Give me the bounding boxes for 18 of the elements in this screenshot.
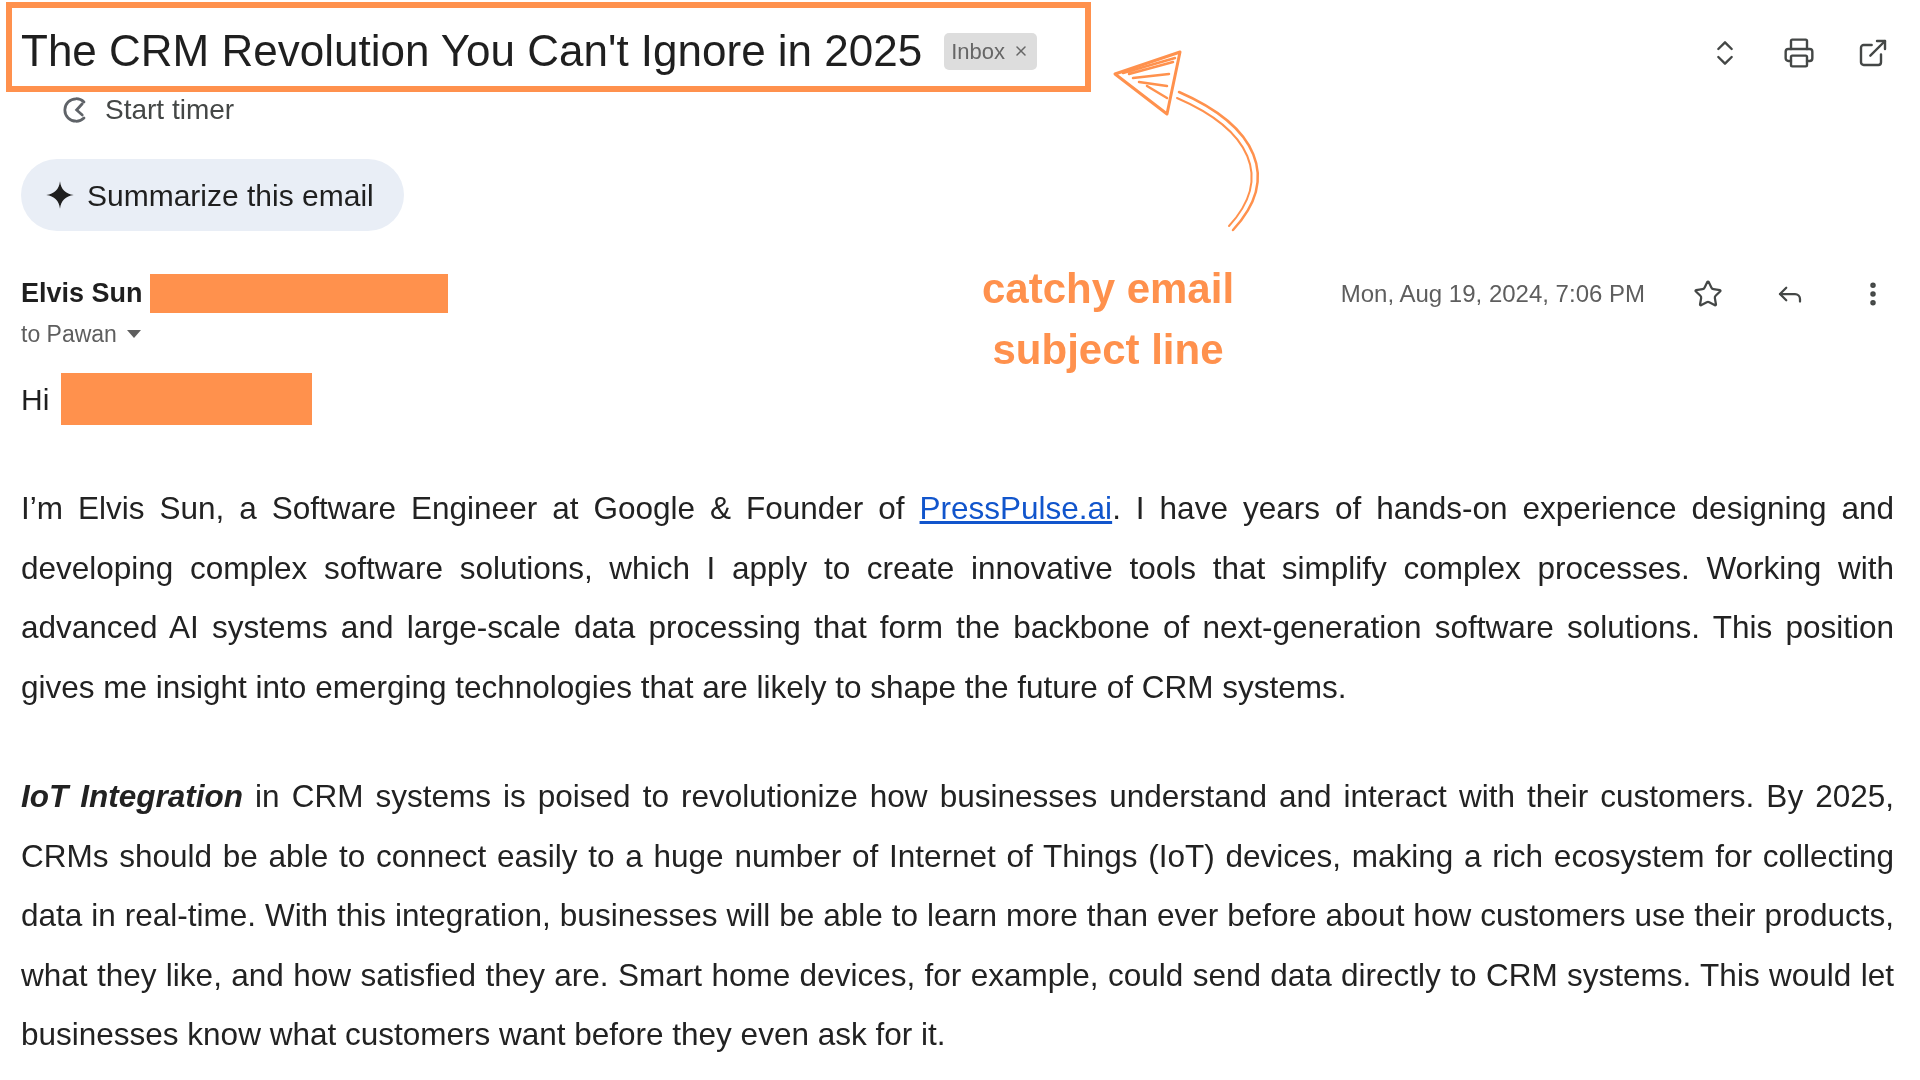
print-icon[interactable] — [1783, 37, 1815, 69]
label-text: Inbox — [951, 37, 1005, 66]
annotation-text: catchy email subject line — [980, 264, 1236, 375]
body-paragraph: I’m Elvis Sun, a Software Engineer at Google & Founder of PressPulse.ai. I have years of hands-on experience designing and developing complex software solutions, which I apply to create innovative tools that simplify complex processes. Working with advanced AI systems and large-scale data processing that form the backbone of next-generation software solutions. This position gives me insight into emerging technologies that are likely to shape the future of CRM systems. — [21, 489, 1894, 707]
open-in-new-window-icon[interactable] — [1857, 37, 1889, 69]
sparkle-icon — [45, 180, 75, 210]
email-date: Mon, Aug 19, 2024, 7:06 PM — [1340, 278, 1645, 309]
close-icon[interactable] — [1013, 43, 1029, 59]
email-subject: The CRM Revolution You Can't Ignore in 2025 — [21, 26, 923, 76]
link[interactable]: PressPulse.ai — [919, 490, 1113, 526]
summarize-button[interactable]: Summarize this email — [21, 159, 404, 231]
greeting-text: Hi — [21, 381, 50, 418]
body-paragraph: IoT Integration in CRM systems is poised to revolutionize how businesses understand and interact with their customers. By 2025, CRMs should be able to connect easily to a huge number of Internet of Things (IoT) devices, making a rich ecosystem for collecting data in real-time. With this integration, businesses will be able to learn more than ever before about how customers use their products, what they like, and how satisfied they are. Smart home devices, for example, could send data directly to CRM systems. This would let businesses know what customers want before they even ask for it. — [21, 777, 1894, 1054]
sender-name: Elvis Sun — [21, 277, 143, 311]
recipient-text: to Pawan — [21, 319, 117, 349]
star-icon[interactable] — [1693, 278, 1723, 309]
start-timer-link[interactable]: Start timer — [105, 89, 235, 131]
caret-icon[interactable] — [126, 330, 141, 338]
